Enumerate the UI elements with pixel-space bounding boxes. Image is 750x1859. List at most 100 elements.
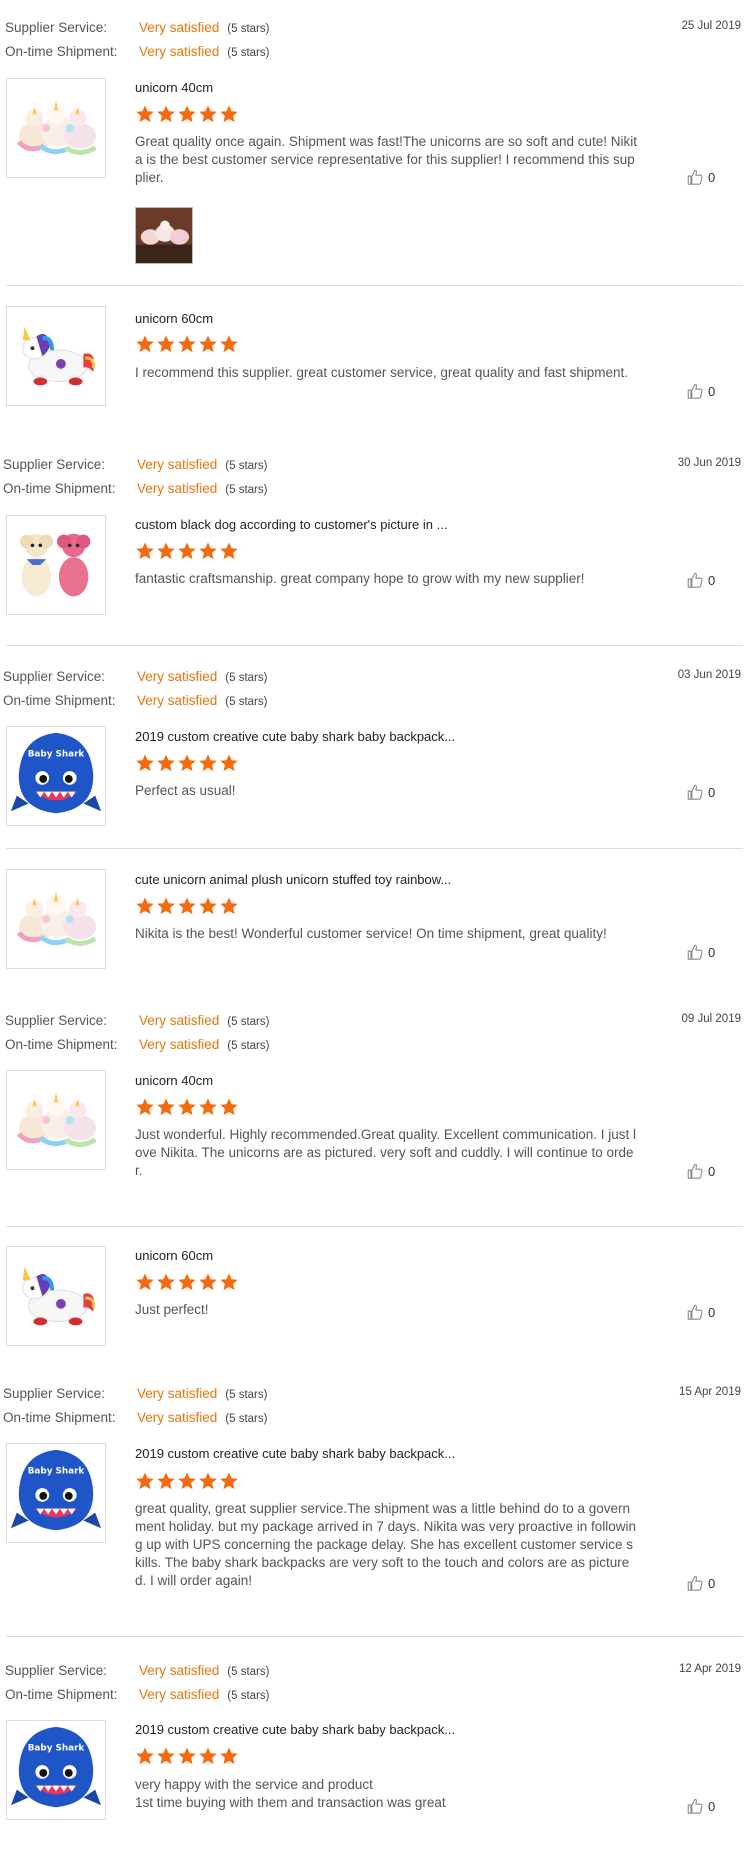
rating-stars: (5 stars): [225, 460, 268, 472]
product-name[interactable]: unicorn 40cm: [135, 1073, 213, 1088]
thumbs-up-icon: [686, 1163, 704, 1179]
product-name[interactable]: custom black dog according to customer's…: [135, 517, 447, 532]
on-time-shipment-label: On-time Shipment:: [3, 481, 116, 496]
rating-stars: (5 stars): [225, 484, 268, 496]
star-icon: [135, 896, 155, 916]
rainbow-unicorn-image: [7, 307, 105, 405]
star-icon: [177, 104, 197, 124]
star-icon: [135, 1746, 155, 1766]
star-rating: [135, 896, 240, 916]
like-button[interactable]: 0: [686, 1303, 736, 1323]
thumbs-up-icon: [686, 1575, 704, 1591]
svg-text:Baby Shark: Baby Shark: [28, 1743, 86, 1753]
rating-stars: (5 stars): [227, 23, 270, 35]
star-icon: [156, 896, 176, 916]
product-name[interactable]: unicorn 60cm: [135, 1248, 213, 1263]
svg-text:Baby Shark: Baby Shark: [28, 749, 86, 759]
rating-stars: (5 stars): [227, 1040, 270, 1052]
star-icon: [156, 1471, 176, 1491]
product-name[interactable]: unicorn 40cm: [135, 80, 213, 95]
unicorn-plush-image: [7, 1071, 105, 1169]
divider: [6, 1226, 743, 1227]
supplier-service-label: Supplier Service:: [5, 1663, 108, 1678]
star-icon: [135, 1272, 155, 1292]
star-icon: [156, 753, 176, 773]
divider: [6, 645, 743, 646]
review-comment: great quality, great supplier service.Th…: [135, 1501, 636, 1588]
supplier-service-label: Supplier Service:: [5, 20, 108, 35]
review-comment: Nikita is the best! Wonderful customer s…: [135, 926, 607, 941]
star-icon: [198, 334, 218, 354]
star-icon: [177, 1471, 197, 1491]
review-date: 15 Apr 2019: [678, 1386, 741, 1398]
like-count: 0: [708, 1164, 716, 1179]
on-time-shipment-row: On-time Shipment: Very satisfied (5 stars): [3, 1410, 267, 1425]
supplier-service-row: Supplier Service: Very satisfied (5 stars): [5, 1013, 269, 1028]
on-time-shipment-label: On-time Shipment:: [5, 1037, 118, 1052]
thumbs-up-icon: [686, 944, 704, 960]
supplier-service-label: Supplier Service:: [3, 457, 106, 472]
on-time-shipment-row: On-time Shipment: Very satisfied (5 stars): [5, 1687, 269, 1702]
product-thumbnail[interactable]: [6, 515, 106, 615]
star-icon: [177, 541, 197, 561]
like-count: 0: [708, 384, 716, 399]
rating-text: Very satisfied: [139, 1663, 220, 1678]
star-icon: [219, 1746, 239, 1766]
star-rating: [135, 104, 240, 124]
star-icon: [135, 1097, 155, 1117]
product-name[interactable]: 2019 custom creative cute baby shark bab…: [135, 1446, 455, 1461]
like-button[interactable]: 0: [686, 1574, 736, 1594]
attachment-photo-icon: [136, 208, 192, 263]
product-thumbnail[interactable]: Baby Shark: [6, 726, 106, 826]
review-comment: Perfect as usual!: [135, 783, 236, 798]
star-icon: [198, 541, 218, 561]
on-time-shipment-label: On-time Shipment:: [5, 44, 118, 59]
like-button[interactable]: 0: [686, 783, 736, 803]
like-button[interactable]: 0: [686, 943, 736, 963]
star-icon: [177, 1097, 197, 1117]
product-thumbnail[interactable]: [6, 78, 106, 178]
on-time-shipment-row: On-time Shipment: Very satisfied (5 stars): [5, 1037, 269, 1052]
rating-text: Very satisfied: [137, 1410, 218, 1425]
star-icon: [219, 1272, 239, 1292]
star-icon: [219, 896, 239, 916]
like-button[interactable]: 0: [686, 168, 736, 188]
thumbs-up-icon: [686, 784, 704, 800]
rating-stars: (5 stars): [225, 672, 268, 684]
product-thumbnail[interactable]: [6, 869, 106, 969]
on-time-shipment-label: On-time Shipment:: [5, 1687, 118, 1702]
product-thumbnail[interactable]: [6, 1070, 106, 1170]
like-count: 0: [708, 785, 716, 800]
product-name[interactable]: cute unicorn animal plush unicorn stuffe…: [135, 872, 451, 887]
star-icon: [198, 753, 218, 773]
product-name[interactable]: 2019 custom creative cute baby shark bab…: [135, 729, 455, 744]
on-time-shipment-label: On-time Shipment:: [3, 693, 116, 708]
star-rating: [135, 1471, 240, 1491]
review-comment: I recommend this supplier. great custome…: [135, 365, 628, 380]
product-thumbnail[interactable]: Baby Shark: [6, 1720, 106, 1820]
thumbs-up-icon: [686, 1798, 704, 1814]
like-button[interactable]: 0: [686, 1797, 736, 1817]
star-icon: [135, 1471, 155, 1491]
supplier-service-label: Supplier Service:: [3, 669, 106, 684]
divider: [6, 285, 743, 286]
product-name[interactable]: unicorn 60cm: [135, 311, 213, 326]
like-button[interactable]: 0: [686, 382, 736, 402]
rating-stars: (5 stars): [225, 696, 268, 708]
review-date: 25 Jul 2019: [681, 20, 741, 32]
star-rating: [135, 1097, 240, 1117]
supplier-service-row: Supplier Service: Very satisfied (5 stars): [5, 1663, 269, 1678]
review-attachment-photo[interactable]: [135, 207, 193, 264]
product-thumbnail[interactable]: [6, 1246, 106, 1346]
rating-text: Very satisfied: [137, 693, 218, 708]
product-thumbnail[interactable]: Baby Shark: [6, 1443, 106, 1543]
baby-shark-backpack-image: Baby Shark: [7, 1444, 105, 1542]
like-button[interactable]: 0: [686, 571, 736, 591]
like-button[interactable]: 0: [686, 1162, 736, 1182]
thumbs-up-icon: [686, 169, 704, 185]
product-name[interactable]: 2019 custom creative cute baby shark bab…: [135, 1722, 455, 1737]
review-date: 30 Jun 2019: [677, 457, 741, 469]
product-thumbnail[interactable]: [6, 306, 106, 406]
rating-text: Very satisfied: [137, 669, 218, 684]
like-count: 0: [708, 1799, 716, 1814]
